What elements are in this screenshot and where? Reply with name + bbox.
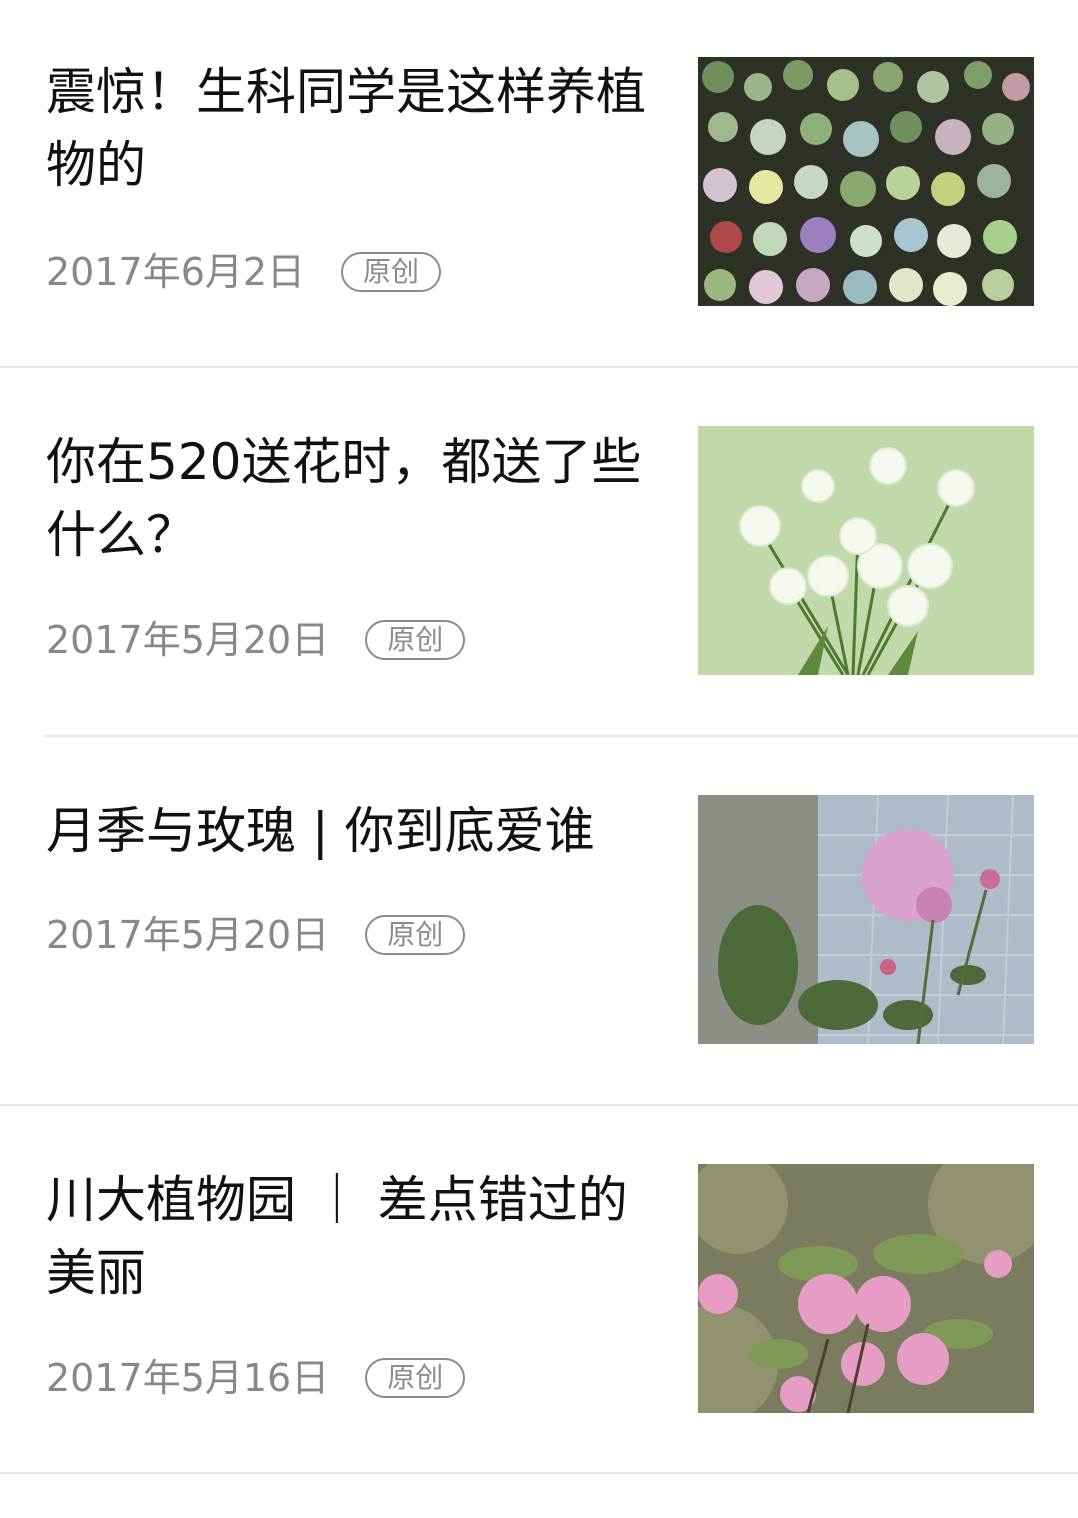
- article-item[interactable]: 月季与玫瑰 | 你到底爱谁 2017年5月20日 原创: [0, 737, 1078, 1105]
- article-item[interactable]: 川大植物园 ｜ 差点错过的美丽 2017年5月16日 原创: [0, 1106, 1078, 1474]
- article-date: 2017年6月2日: [46, 250, 306, 294]
- original-badge: 原创: [341, 252, 442, 292]
- article-date: 2017年5月16日: [46, 1356, 330, 1400]
- article-title[interactable]: 川大植物园 ｜ 差点错过的美丽: [46, 1164, 646, 1310]
- divider: [0, 1472, 1078, 1474]
- article-date: 2017年5月20日: [46, 913, 330, 957]
- article-title[interactable]: 你在520送花时，都送了些什么？: [46, 426, 646, 572]
- rose-image[interactable]: [698, 795, 1034, 1044]
- original-badge: 原创: [365, 915, 466, 955]
- original-badge: 原创: [365, 1358, 466, 1398]
- article-item[interactable]: 震惊！生科同学是这样养植物的 2017年6月2日 原创: [0, 0, 1078, 368]
- original-badge: 原创: [365, 620, 466, 660]
- succulents-image[interactable]: [698, 57, 1034, 306]
- article-title[interactable]: 月季与玫瑰 | 你到底爱谁: [46, 795, 646, 868]
- lisianthus-image[interactable]: [698, 426, 1034, 675]
- article-date: 2017年5月20日: [46, 618, 330, 662]
- article-item[interactable]: 你在520送花时，都送了些什么？ 2017年5月20日 原创: [0, 368, 1078, 736]
- article-title[interactable]: 震惊！生科同学是这样养植物的: [46, 56, 646, 202]
- cherry-blossom-image[interactable]: [698, 1164, 1034, 1413]
